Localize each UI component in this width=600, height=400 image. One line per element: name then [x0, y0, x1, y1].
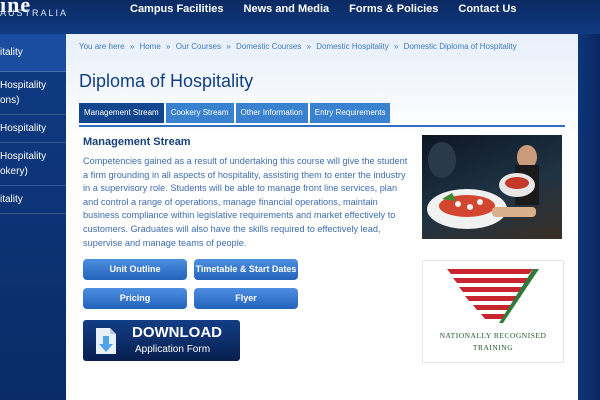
sidebar-item-hospitality-2[interactable]: Hospitality — [0, 115, 66, 143]
hospitality-photo — [422, 135, 562, 239]
nav-link-contact-us[interactable]: Contact Us — [448, 2, 526, 16]
course-description: Competencies gained as a result of under… — [83, 156, 408, 248]
main-content: You are here » Home » Our Courses » Dome… — [66, 34, 578, 400]
download-application-button[interactable]: DOWNLOAD Application Form — [83, 320, 240, 361]
sidebar-nav: itality Hospitality ons) Hospitality Hos… — [0, 34, 66, 400]
sidebar-item-hospitality-3[interactable]: itality — [0, 186, 66, 214]
pricing-button[interactable]: Pricing — [83, 288, 187, 309]
document-download-icon — [93, 327, 121, 360]
download-title: DOWNLOAD — [132, 324, 222, 341]
page-title: Diploma of Hospitality — [79, 71, 254, 91]
breadcrumb-domestic-hospitality[interactable]: Domestic Hospitality — [316, 42, 388, 51]
sidebar-item-hospitality-operations[interactable]: Hospitality ons) — [0, 72, 66, 115]
nav-link-forms-policies[interactable]: Forms & Policies — [339, 2, 448, 16]
breadcrumb-separator: » — [226, 42, 231, 51]
breadcrumb-prefix: You are here — [79, 42, 125, 51]
breadcrumb-separator: » — [129, 42, 135, 51]
sidebar-item-hospitality[interactable]: itality — [0, 34, 66, 72]
nrt-line-1: NATIONALLY RECOGNISED — [439, 331, 547, 340]
breadcrumb-current[interactable]: Domestic Diploma of Hospitality — [404, 42, 517, 51]
top-navigation-bar: ine AUSTRALIA Campus Facilities News and… — [0, 0, 600, 34]
tab-cookery-stream[interactable]: Cookery Stream — [165, 103, 234, 123]
right-background-strip — [578, 34, 600, 400]
breadcrumb-separator: » — [393, 42, 399, 51]
nrt-line-2: TRAINING — [472, 343, 514, 352]
top-nav-menu: Campus Facilities News and Media Forms &… — [110, 2, 526, 16]
breadcrumb-separator: » — [306, 42, 312, 51]
breadcrumb-home[interactable]: Home — [139, 42, 160, 51]
section-title: Management Stream — [83, 136, 191, 148]
breadcrumb-domestic-courses[interactable]: Domestic Courses — [236, 42, 301, 51]
breadcrumb: You are here » Home » Our Courses » Dome… — [79, 42, 517, 51]
course-tabs: Management Stream Cookery Stream Other I… — [79, 103, 565, 127]
nrt-logo-icon — [423, 269, 563, 329]
sidebar-item-hospitality-cookery[interactable]: Hospitality okery) — [0, 143, 66, 186]
unit-outline-button[interactable]: Unit Outline — [83, 259, 187, 280]
nav-link-campus-facilities[interactable]: Campus Facilities — [120, 2, 234, 16]
timetable-button[interactable]: Timetable & Start Dates — [194, 259, 298, 280]
logo-subtitle: AUSTRALIA — [0, 8, 69, 18]
download-subtitle: Application Form — [135, 344, 211, 355]
tab-management-stream[interactable]: Management Stream — [79, 103, 164, 123]
flyer-button[interactable]: Flyer — [194, 288, 298, 309]
nationally-recognised-training-badge: NATIONALLY RECOGNISED TRAINING — [422, 260, 564, 363]
breadcrumb-separator: » — [166, 42, 171, 51]
tab-other-information[interactable]: Other Information — [235, 103, 308, 123]
tab-entry-requirements[interactable]: Entry Requirements — [309, 103, 391, 123]
breadcrumb-our-courses[interactable]: Our Courses — [176, 42, 221, 51]
nav-link-news-and-media[interactable]: News and Media — [234, 2, 340, 16]
